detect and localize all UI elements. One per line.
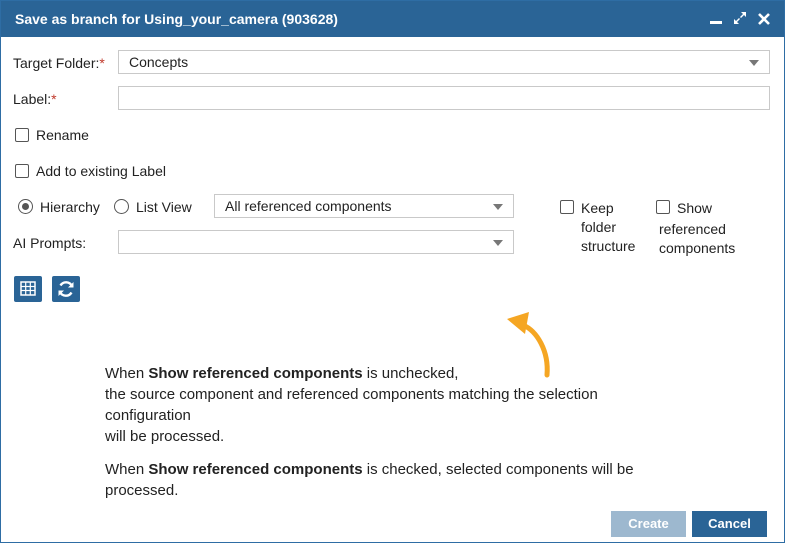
maximize-icon[interactable]	[732, 9, 748, 27]
dialog-title: Save as branch for Using_your_camera (90…	[15, 11, 338, 27]
list-view-radio[interactable]	[114, 199, 129, 214]
rename-checkbox[interactable]	[15, 128, 29, 142]
hierarchy-radio[interactable]	[18, 199, 33, 214]
refresh-button[interactable]	[52, 276, 80, 302]
ai-prompts-select[interactable]	[118, 230, 514, 254]
label-input[interactable]	[118, 86, 770, 110]
chevron-down-icon	[493, 240, 503, 246]
component-filter-value: All referenced components	[225, 198, 392, 214]
save-as-branch-dialog: Save as branch for Using_your_camera (90…	[0, 0, 785, 543]
chevron-down-icon	[749, 60, 759, 66]
cancel-button[interactable]: Cancel	[692, 511, 767, 537]
show-referenced-label-rest: referenced components	[659, 221, 736, 256]
table-view-button[interactable]	[14, 276, 42, 302]
keep-folder-structure-checkbox[interactable]	[560, 200, 574, 214]
refresh-icon	[52, 281, 80, 305]
note-checked: When Show referenced components is check…	[105, 461, 634, 499]
list-view-label: List View	[136, 199, 192, 215]
dialog-titlebar[interactable]: Save as branch for Using_your_camera (90…	[1, 1, 784, 37]
component-filter-select[interactable]: All referenced components	[214, 194, 514, 218]
add-existing-label-text: Add to existing Label	[36, 163, 166, 179]
target-folder-label: Target Folder:*	[13, 55, 105, 71]
show-referenced-label-line1: Show	[677, 200, 713, 216]
chevron-down-icon	[493, 204, 503, 210]
table-icon	[14, 281, 42, 305]
label-field-label: Label:*	[13, 91, 57, 107]
target-folder-value: Concepts	[129, 54, 189, 70]
ai-prompts-label: AI Prompts:	[13, 235, 87, 251]
create-button[interactable]: Create	[611, 511, 686, 537]
minimize-icon[interactable]	[708, 9, 724, 27]
hierarchy-label: Hierarchy	[40, 199, 100, 215]
close-icon[interactable]	[756, 9, 772, 27]
add-existing-label-checkbox[interactable]	[15, 164, 29, 178]
target-folder-select[interactable]: Concepts	[118, 50, 770, 74]
note-unchecked: When Show referenced components is unche…	[105, 365, 598, 445]
keep-folder-structure-label: Keep folder structure	[581, 200, 636, 254]
rename-label: Rename	[36, 127, 89, 143]
show-referenced-components-checkbox[interactable]	[656, 200, 670, 214]
